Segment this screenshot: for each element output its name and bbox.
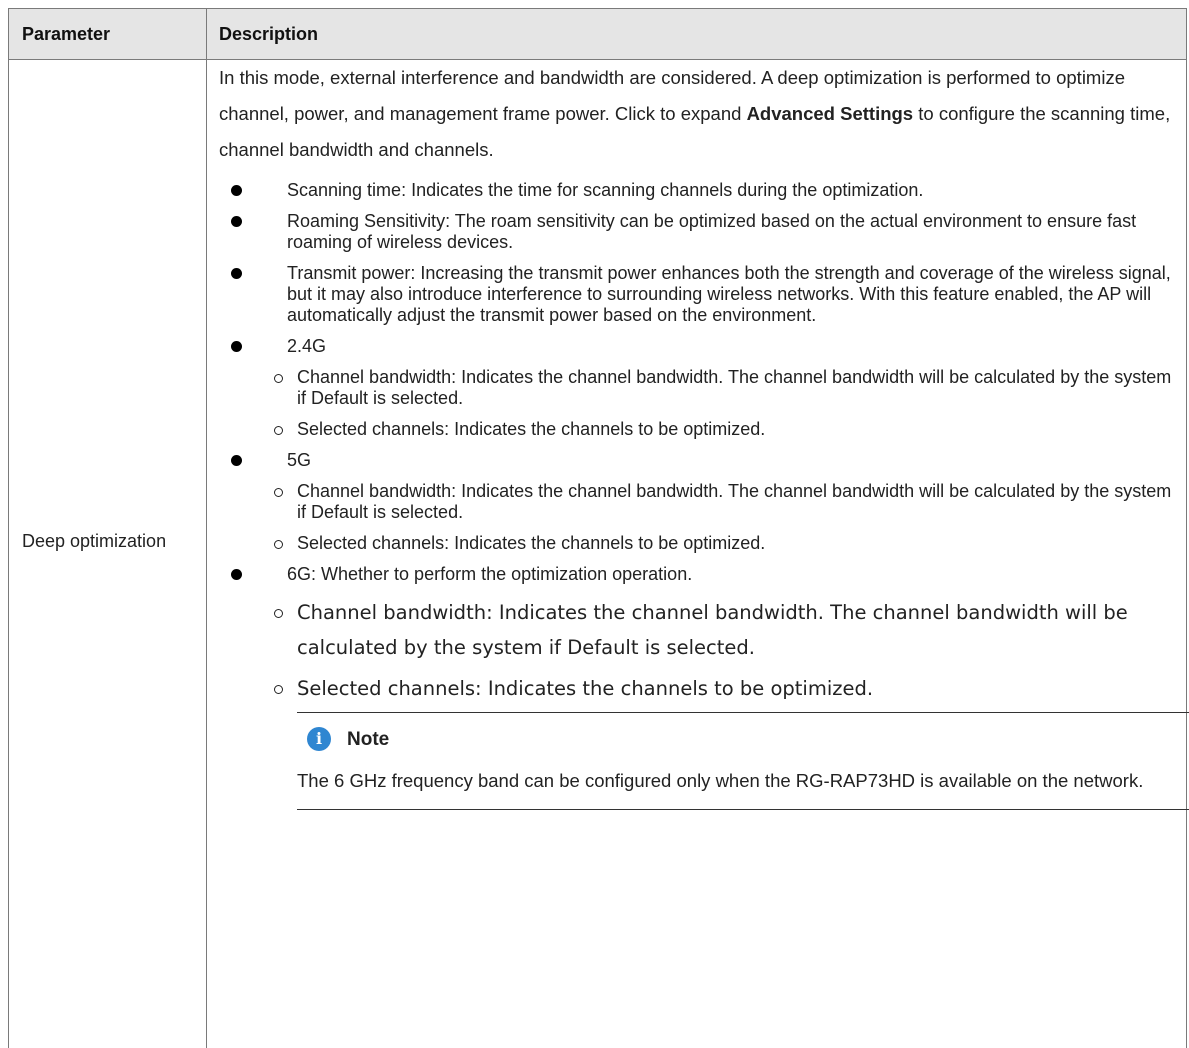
sub-list-item: Selected channels: Indicates the channel… — [219, 671, 1179, 706]
bullet-icon — [231, 569, 242, 580]
list-item: Roaming Sensitivity: The roam sensitivit… — [219, 211, 1179, 253]
list-item-band-6g: 6G: Whether to perform the optimization … — [219, 564, 1189, 810]
circle-bullet-icon — [274, 374, 283, 383]
band-6g-label: 6G: Whether to perform the optimization … — [287, 564, 693, 584]
item-transmit-power: Transmit power: Increasing the transmit … — [287, 263, 1171, 325]
sub-list-item: Channel bandwidth: Indicates the channel… — [219, 367, 1179, 409]
bullet-icon — [231, 216, 242, 227]
circle-bullet-icon — [274, 685, 283, 694]
option-list: Scanning time: Indicates the time for sc… — [219, 180, 1189, 810]
description-cell: In this mode, external interference and … — [219, 60, 1189, 820]
item-roaming-sensitivity: Roaming Sensitivity: The roam sensitivit… — [287, 211, 1137, 252]
parameter-name: Deep optimization — [22, 531, 167, 551]
circle-bullet-icon — [274, 488, 283, 497]
bullet-icon — [231, 185, 242, 196]
info-icon: i — [307, 727, 331, 751]
parameter-table: Parameter Description Deep optimization … — [8, 8, 1189, 1048]
list-item-band-2-4g: 2.4G Channel bandwidth: Indicates the ch… — [219, 336, 1179, 440]
advanced-settings-term: Advanced Settings — [746, 103, 914, 124]
band-6g-bandwidth: Channel bandwidth: Indicates the channel… — [297, 601, 1128, 659]
sub-list-item: Selected channels: Indicates the channel… — [219, 533, 1179, 554]
list-item: Scanning time: Indicates the time for sc… — [219, 180, 1179, 201]
circle-bullet-icon — [274, 426, 283, 435]
list-item: Transmit power: Increasing the transmit … — [219, 263, 1179, 326]
band-2-4g-sublist: Channel bandwidth: Indicates the channel… — [219, 367, 1179, 440]
list-item-band-5g: 5G Channel bandwidth: Indicates the chan… — [219, 450, 1179, 554]
circle-bullet-icon — [274, 540, 283, 549]
band-5g-channels: Selected channels: Indicates the channel… — [297, 533, 766, 553]
header-parameter: Parameter — [22, 24, 111, 44]
band-5g-sublist: Channel bandwidth: Indicates the channel… — [219, 481, 1179, 554]
band-2-4g-label: 2.4G — [287, 336, 327, 356]
sub-list-item: Channel bandwidth: Indicates the channel… — [219, 481, 1179, 523]
table-header-row: Parameter Description — [9, 9, 1186, 60]
band-5g-bandwidth: Channel bandwidth: Indicates the channel… — [297, 481, 1172, 522]
band-6g-channels: Selected channels: Indicates the channel… — [297, 677, 874, 700]
band-6g-sublist: Channel bandwidth: Indicates the channel… — [219, 595, 1179, 706]
circle-bullet-icon — [274, 609, 283, 618]
sub-list-item: Selected channels: Indicates the channel… — [219, 419, 1179, 440]
band-5g-label: 5G — [287, 450, 312, 470]
note-header: i Note — [307, 725, 1189, 753]
bullet-icon — [231, 268, 242, 279]
column-divider — [206, 9, 207, 1048]
note-box: i Note The 6 GHz frequency band can be c… — [297, 712, 1189, 810]
bullet-icon — [231, 341, 242, 352]
band-2-4g-channels: Selected channels: Indicates the channel… — [297, 419, 766, 439]
bullet-icon — [231, 455, 242, 466]
intro-paragraph: In this mode, external interference and … — [219, 60, 1179, 168]
header-description: Description — [219, 24, 319, 44]
band-2-4g-bandwidth: Channel bandwidth: Indicates the channel… — [297, 367, 1172, 408]
note-title: Note — [347, 728, 390, 750]
sub-list-item: Channel bandwidth: Indicates the channel… — [219, 595, 1179, 665]
note-text: The 6 GHz frequency band can be configur… — [297, 770, 1144, 791]
item-scanning-time: Scanning time: Indicates the time for sc… — [287, 180, 924, 200]
